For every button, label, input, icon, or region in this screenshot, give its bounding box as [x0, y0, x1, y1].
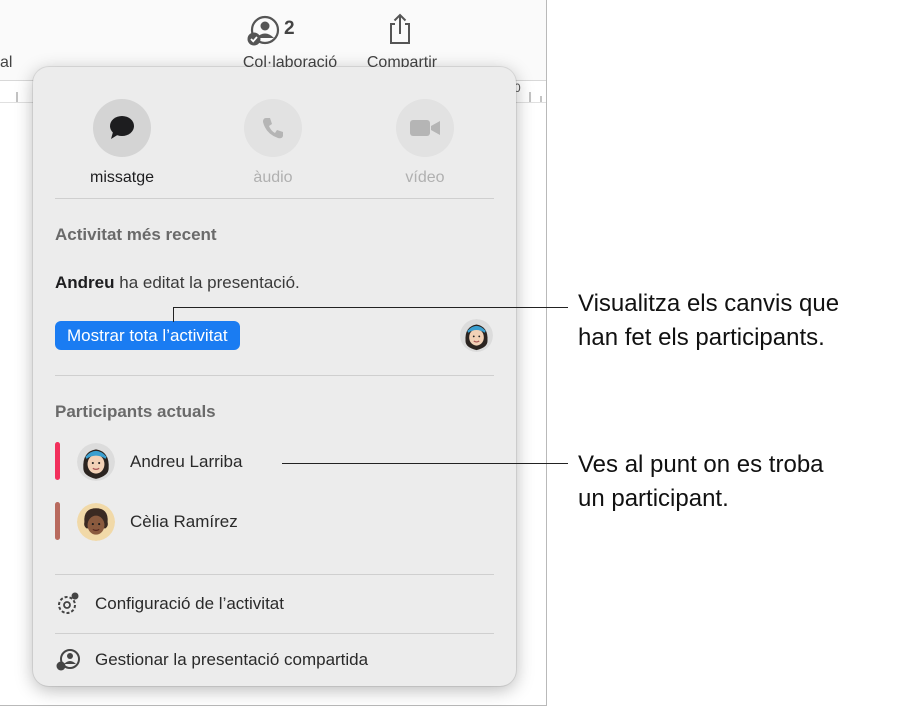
participant-name: Cèlia Ramírez — [130, 512, 238, 531]
activity-settings-menu-item[interactable]: Configuració de l’activitat — [55, 588, 495, 620]
recent-activity-heading: Activitat més recent — [55, 225, 217, 244]
message-label: missatge — [89, 169, 155, 186]
toolbar-partial-label: al — [0, 54, 13, 71]
participant-color-bar — [55, 442, 60, 480]
audio-button[interactable]: àudio — [223, 99, 323, 187]
collaborator-count: 2 — [284, 18, 295, 39]
audio-button-circle — [244, 99, 302, 157]
video-camera-icon — [410, 120, 440, 136]
avatar-memoji-andreu — [460, 319, 493, 352]
show-all-activity-button[interactable]: Mostrar tota l’activitat — [55, 321, 240, 350]
audio-label: àudio — [253, 169, 293, 186]
avatar-memoji-celia — [77, 503, 115, 541]
collaboration-icon — [247, 15, 280, 46]
callout-participant-line2: un participant. — [578, 485, 729, 512]
video-button[interactable]: vídeo — [375, 99, 475, 187]
participant-row-andreu[interactable]: Andreu Larriba — [55, 440, 475, 484]
callout-leader-participant — [282, 463, 568, 464]
avatar — [77, 503, 115, 541]
video-button-circle — [396, 99, 454, 157]
recent-activity-text: Andreu ha editat la presentació. — [55, 273, 300, 293]
phone-icon — [263, 118, 283, 139]
participant-row-celia[interactable]: Cèlia Ramírez — [55, 500, 475, 544]
manage-collaboration-icon — [56, 649, 80, 671]
callout-activity: Visualitza els canvis que han fet els pa… — [578, 287, 839, 355]
manage-shared-presentation-label: Gestionar la presentació compartida — [95, 650, 369, 669]
editor-name: Andreu — [55, 273, 115, 292]
avatar — [77, 443, 115, 481]
message-bubble-icon — [110, 116, 134, 139]
avatar-memoji-andreu — [77, 443, 115, 481]
activity-settings-icon — [58, 592, 79, 614]
message-button-circle — [93, 99, 151, 157]
manage-shared-presentation-menu-item[interactable]: Gestionar la presentació compartida — [55, 644, 495, 676]
callout-participant: Ves al punt on es troba un participant. — [578, 448, 824, 516]
callout-activity-line1: Visualitza els canvis que — [578, 290, 840, 317]
current-participants-heading: Participants actuals — [55, 402, 216, 421]
share-icon — [390, 13, 410, 44]
video-label: vídeo — [405, 169, 445, 186]
callout-leader-horizontal — [173, 307, 568, 308]
divider — [55, 574, 494, 575]
activity-description: ha editat la presentació. — [119, 273, 300, 292]
divider — [55, 633, 494, 634]
message-button[interactable]: missatge — [72, 99, 172, 187]
activity-settings-label: Configuració de l’activitat — [95, 594, 284, 613]
divider — [55, 198, 494, 199]
callout-activity-line2: han fet els participants. — [578, 324, 825, 351]
participant-name: Andreu Larriba — [130, 452, 243, 471]
callout-participant-line1: Ves al punt on es troba — [578, 451, 824, 478]
callout-leader-vertical — [173, 307, 174, 322]
avatar — [460, 319, 493, 352]
collaboration-popover: missatge àudio vídeo Activitat més recen… — [33, 67, 516, 686]
participant-color-bar — [55, 502, 60, 540]
divider — [55, 375, 494, 376]
